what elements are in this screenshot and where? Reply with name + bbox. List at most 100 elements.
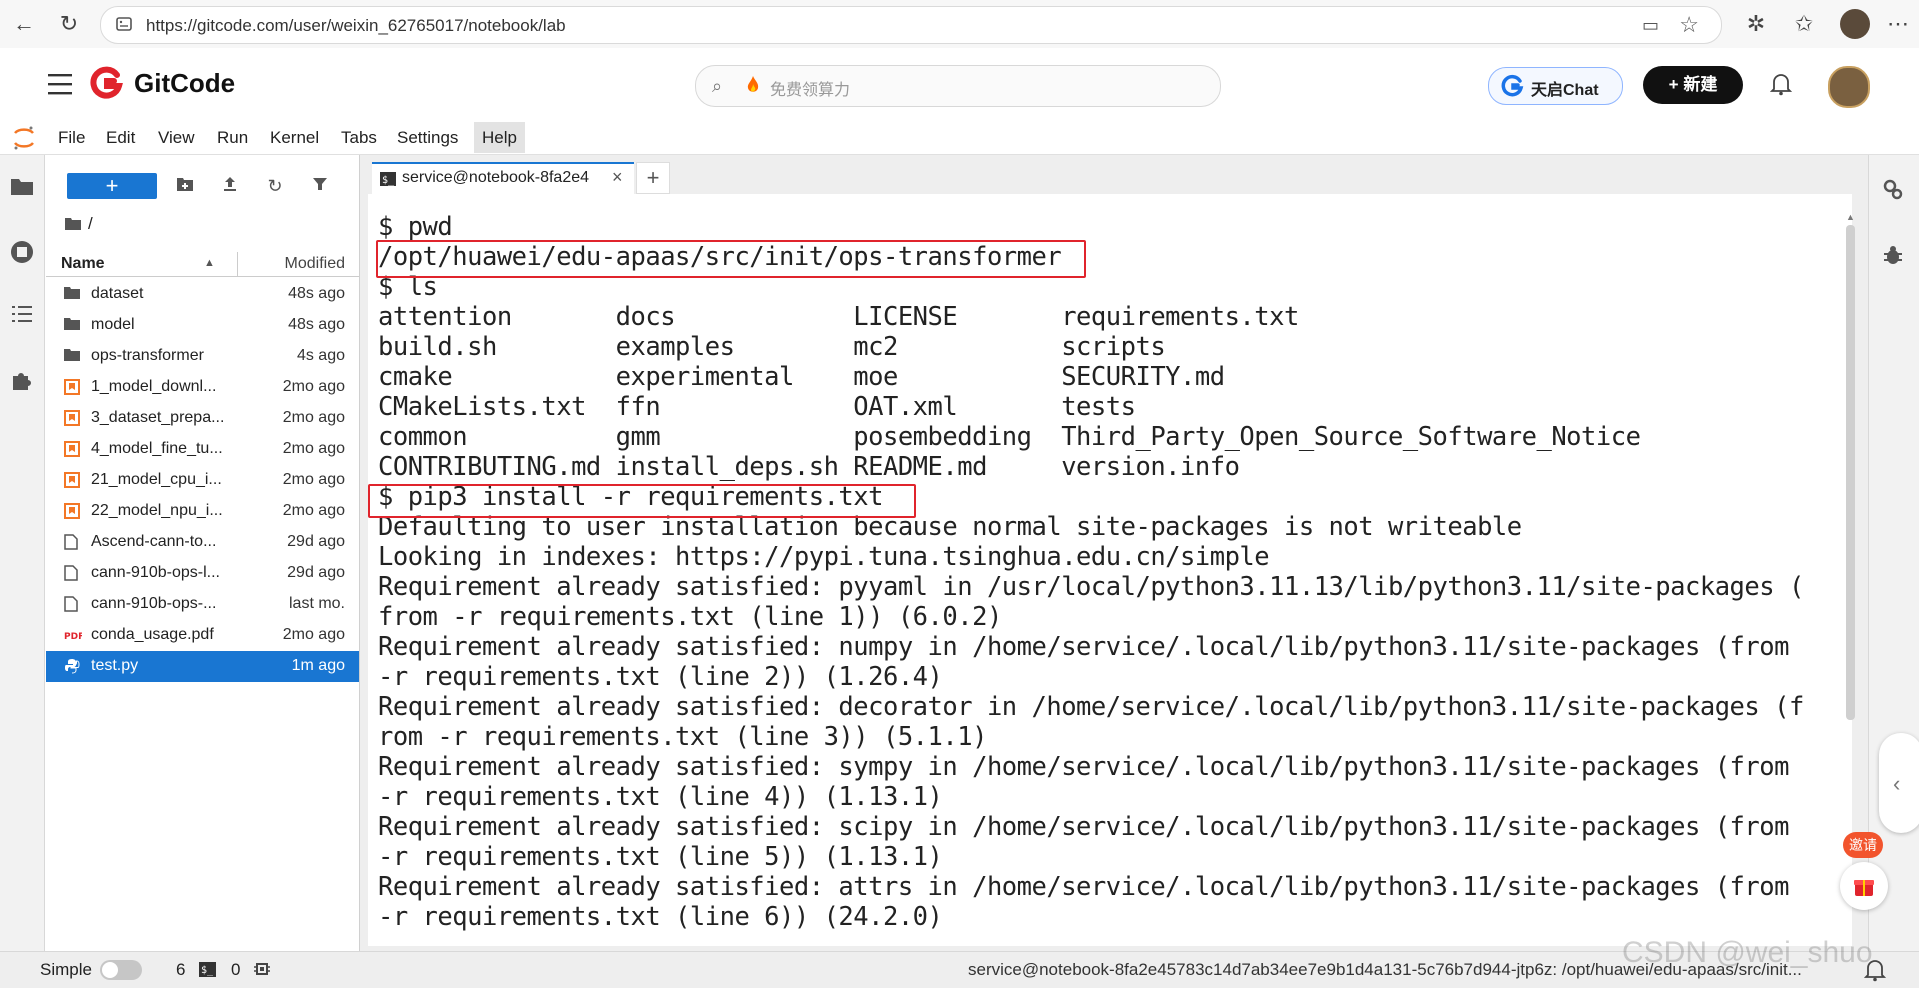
- simple-mode-label: Simple: [40, 960, 92, 979]
- menu-help[interactable]: Help: [474, 122, 525, 153]
- kernel-chip-icon[interactable]: [253, 960, 271, 978]
- new-launcher-button[interactable]: +: [67, 173, 157, 199]
- user-avatar[interactable]: [1828, 66, 1870, 108]
- file-icon: [64, 596, 80, 612]
- folder-icon[interactable]: [8, 175, 36, 203]
- scroll-up-icon[interactable]: ▲: [1846, 212, 1855, 222]
- file-modified: last mo.: [288, 595, 345, 612]
- file-name: 22_model_npu_i...: [91, 502, 223, 519]
- gift-icon: [1852, 874, 1876, 898]
- menu-kernel[interactable]: Kernel: [262, 122, 327, 153]
- address-bar[interactable]: https://gitcode.com/user/weixin_62765017…: [100, 6, 1722, 44]
- extension-puzzle-icon[interactable]: [8, 369, 36, 397]
- invite-badge[interactable]: 邀请: [1843, 832, 1883, 858]
- more-menu-icon[interactable]: ⋯: [1884, 10, 1912, 38]
- menu-settings[interactable]: Settings: [389, 122, 466, 153]
- svg-text:PDF: PDF: [64, 632, 82, 642]
- running-sessions-icon[interactable]: [8, 239, 36, 267]
- brand-name[interactable]: GitCode: [134, 68, 235, 99]
- terminal-status-icon[interactable]: $_: [199, 962, 216, 977]
- search-icon: ⌕: [712, 76, 723, 96]
- terminal-output: $ pwd /opt/huawei/edu-apaas/src/init/ops…: [378, 212, 1804, 932]
- file-name: test.py: [91, 657, 139, 674]
- file-row[interactable]: dataset 48s ago: [46, 279, 359, 310]
- file-modified: 2mo ago: [282, 440, 345, 457]
- file-row[interactable]: 3_dataset_prepa... 2mo ago: [46, 403, 359, 434]
- notebook-icon: [64, 410, 80, 426]
- new-button[interactable]: + 新建: [1643, 66, 1743, 104]
- column-divider: [237, 252, 238, 276]
- file-name: 3_dataset_prepa...: [91, 409, 225, 426]
- gift-floating-button[interactable]: [1840, 862, 1888, 910]
- menu-file[interactable]: File: [50, 122, 93, 153]
- close-tab-icon[interactable]: ×: [612, 167, 623, 188]
- terminal-icon: $_: [380, 172, 396, 186]
- file-row[interactable]: 22_model_npu_i... 2mo ago: [46, 496, 359, 527]
- breadcrumb-path[interactable]: /: [88, 214, 93, 234]
- sort-ascending-icon[interactable]: ▲: [204, 257, 215, 269]
- menu-run[interactable]: Run: [209, 122, 256, 153]
- terminal-scrollbar[interactable]: [1846, 225, 1855, 720]
- file-modified: 29d ago: [287, 533, 345, 550]
- tianqi-chat-button[interactable]: 天启Chat: [1488, 67, 1623, 105]
- property-inspector-icon[interactable]: [1881, 177, 1905, 201]
- file-row[interactable]: cann-910b-ops-l... 29d ago: [46, 558, 359, 589]
- file-row[interactable]: 4_model_fine_tu... 2mo ago: [46, 434, 359, 465]
- site-info-icon[interactable]: [115, 15, 133, 33]
- g-logo-icon: [1501, 74, 1525, 98]
- file-row[interactable]: test.py 1m ago: [46, 651, 359, 682]
- svg-text:$_: $_: [382, 175, 395, 186]
- gitcode-logo-icon[interactable]: [90, 66, 124, 100]
- root-folder-icon[interactable]: [65, 217, 81, 231]
- column-modified-header[interactable]: Modified: [285, 255, 345, 273]
- back-icon[interactable]: ←: [10, 10, 38, 38]
- url-text: https://gitcode.com/user/weixin_62765017…: [146, 16, 566, 35]
- file-row[interactable]: model 48s ago: [46, 310, 359, 341]
- menu-view[interactable]: View: [150, 122, 203, 153]
- bell-icon[interactable]: [1769, 72, 1793, 96]
- refresh-files-icon[interactable]: ↻: [261, 172, 289, 200]
- highlight-box-command: [368, 484, 916, 518]
- folder-icon: [64, 286, 80, 300]
- search-input[interactable]: ⌕ 免费领算力: [695, 65, 1221, 107]
- file-icon: [64, 534, 80, 550]
- side-collapse-handle[interactable]: ‹: [1879, 733, 1919, 833]
- fire-icon: [746, 75, 760, 95]
- svg-text:$_: $_: [201, 965, 214, 976]
- file-row[interactable]: 21_model_cpu_i... 2mo ago: [46, 465, 359, 496]
- upload-icon[interactable]: [216, 172, 244, 200]
- file-name: 4_model_fine_tu...: [91, 440, 223, 457]
- file-row[interactable]: PDF conda_usage.pdf 2mo ago: [46, 620, 359, 651]
- debugger-bug-icon[interactable]: [1881, 243, 1905, 267]
- hamburger-menu-icon[interactable]: [47, 72, 73, 96]
- browser-profile-avatar[interactable]: [1840, 9, 1870, 39]
- filter-icon[interactable]: [306, 172, 334, 200]
- file-row[interactable]: 1_model_downl... 2mo ago: [46, 372, 359, 403]
- menu-tabs[interactable]: Tabs: [333, 122, 385, 153]
- file-name: model: [91, 316, 135, 333]
- notebook-icon: [64, 472, 80, 488]
- terminal-panel[interactable]: $ pwd /opt/huawei/edu-apaas/src/init/ops…: [368, 194, 1852, 946]
- add-tab-button[interactable]: +: [636, 162, 670, 194]
- chat-label: 天启Chat: [1531, 82, 1599, 99]
- file-row[interactable]: cann-910b-ops-... last mo.: [46, 589, 359, 620]
- simple-mode-toggle[interactable]: [100, 960, 142, 980]
- favorite-star-icon[interactable]: ☆: [1679, 12, 1699, 38]
- favorites-icon[interactable]: ✩: [1790, 10, 1818, 38]
- file-name: 1_model_downl...: [91, 378, 217, 395]
- column-name-header[interactable]: Name: [61, 255, 105, 273]
- file-row[interactable]: Ascend-cann-to... 29d ago: [46, 527, 359, 558]
- file-row[interactable]: ops-transformer 4s ago: [46, 341, 359, 372]
- file-icon: [64, 565, 80, 581]
- reading-mode-icon[interactable]: ▭: [1642, 15, 1659, 36]
- file-name: conda_usage.pdf: [91, 626, 214, 643]
- file-modified: 2mo ago: [282, 502, 345, 519]
- notebook-icon: [64, 441, 80, 457]
- tab-terminal[interactable]: $_ service@notebook-8fa2e4 ×: [372, 162, 634, 196]
- refresh-icon[interactable]: ↻: [55, 10, 83, 38]
- menu-edit[interactable]: Edit: [98, 122, 143, 153]
- new-folder-icon[interactable]: [171, 172, 199, 200]
- new-label: + 新建: [1668, 75, 1718, 94]
- table-of-contents-icon[interactable]: [8, 303, 36, 331]
- extensions-icon[interactable]: ✲: [1742, 10, 1770, 38]
